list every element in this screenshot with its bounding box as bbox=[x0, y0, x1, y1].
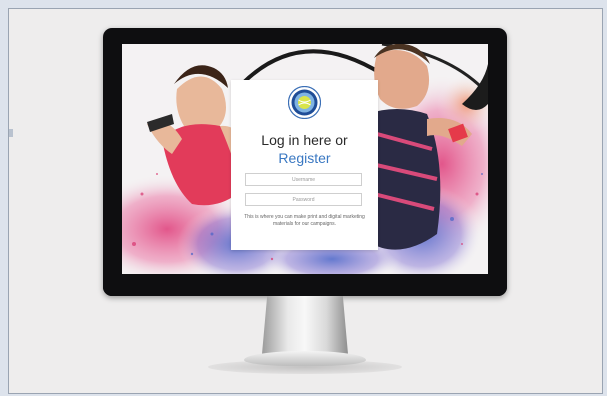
password-input[interactable] bbox=[245, 193, 362, 206]
login-card: Log in here or Register This is where yo… bbox=[231, 80, 378, 250]
tennis-ball-crest-icon bbox=[288, 86, 321, 119]
monitor-stand bbox=[262, 296, 348, 354]
monitor-stand-base bbox=[244, 351, 366, 366]
login-tagline: This is where you can make print and dig… bbox=[244, 214, 365, 227]
register-link[interactable]: Register bbox=[231, 150, 378, 166]
username-input[interactable] bbox=[245, 173, 362, 186]
frame-edge-tab bbox=[9, 129, 13, 137]
login-heading: Log in here or bbox=[261, 132, 348, 148]
monitor-chin bbox=[103, 274, 507, 296]
